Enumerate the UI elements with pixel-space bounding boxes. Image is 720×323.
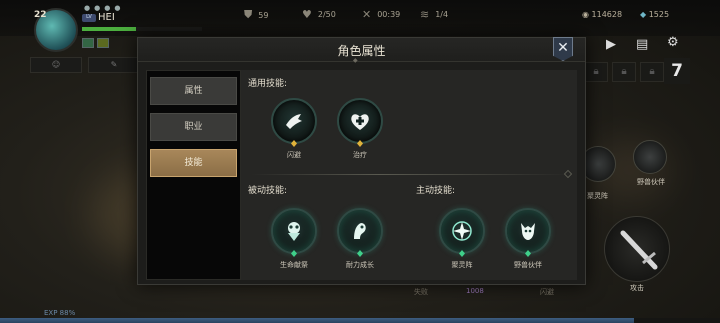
stamina-growth-icon xyxy=(354,223,366,239)
coin-icon: ◉ xyxy=(582,10,589,19)
buff-icon xyxy=(97,38,109,48)
player-name: HEI xyxy=(98,12,115,23)
level-chip: LV xyxy=(82,14,96,22)
quick-slot[interactable]: ✎ xyxy=(88,57,140,73)
tab-column: 属性 职业 技能 xyxy=(146,70,241,280)
skill-name: 野兽伙伴 xyxy=(514,261,542,269)
tab-attributes[interactable]: 属性 xyxy=(150,77,237,105)
skill-icon-frame xyxy=(337,98,383,144)
tag-icon: ✎ xyxy=(110,60,118,69)
stat-heart: ♥ 2/50 xyxy=(302,8,336,21)
dialog-header: 角色属性 ◆ xyxy=(138,38,585,64)
skill-icon-frame xyxy=(439,208,485,254)
attack-button[interactable] xyxy=(604,216,670,282)
crossed-swords-icon: ✕ xyxy=(362,8,372,21)
life-sacrifice-icon xyxy=(288,222,300,241)
status-dots: ●●●● xyxy=(84,4,125,12)
gem-icon: ◆ xyxy=(640,10,647,19)
close-icon: ✕ xyxy=(557,40,569,56)
person-icon: ☺ xyxy=(51,60,61,69)
exp-bar xyxy=(0,318,720,323)
stat-rank: ≋ 1/4 xyxy=(420,8,449,21)
lock-icon: 🔒︎ xyxy=(640,62,664,82)
chevron-rank-icon: ≋ xyxy=(420,8,430,21)
exp-bar-fill xyxy=(0,318,634,323)
skill-name: 聚灵阵 xyxy=(451,261,473,269)
skill-name: 治疗 xyxy=(353,151,367,159)
character-attributes-dialog: 角色属性 ◆ 属性 职业 技能 通用技能: 闪避 治疗 被动技能: 主动技能: … xyxy=(137,37,586,285)
skill-icon-frame xyxy=(271,98,317,144)
lock-icon: 🔒︎ xyxy=(612,62,636,82)
exp-label: EXP 88% xyxy=(44,309,76,317)
side-skill-label: 野兽伙伴 xyxy=(637,178,665,186)
heal-icon xyxy=(351,114,369,130)
tab-class[interactable]: 职业 xyxy=(150,113,237,141)
dialog-title: 角色属性 xyxy=(337,44,386,58)
heart-icon: ♥ xyxy=(302,8,312,21)
skill-icon-frame xyxy=(337,208,383,254)
quick-slot[interactable]: ☺ xyxy=(30,57,82,73)
sword-icon xyxy=(620,230,658,270)
attack-label: 攻击 xyxy=(630,284,644,292)
section-general-skills: 通用技能: xyxy=(248,79,288,89)
hp-bar xyxy=(82,27,202,31)
bottom-chip: 1008 xyxy=(466,287,484,295)
coin-counter: ◉ 114628 xyxy=(582,10,623,19)
skill-icon-frame xyxy=(505,208,551,254)
shield-icon: ⛊ xyxy=(244,8,253,21)
beast-companion-icon xyxy=(521,223,535,240)
skill-name: 耐力成长 xyxy=(346,261,374,269)
quick-slots: ☺ ✎ xyxy=(30,57,140,73)
chat-icon[interactable]: ▤ xyxy=(636,37,648,52)
skills-panel: 通用技能: 闪避 治疗 被动技能: 主动技能: 生命献祭 耐力成长 聚灵阵 野兽… xyxy=(241,70,577,280)
skill-name: 闪避 xyxy=(287,151,301,159)
stat-timer: ✕ 00:39 xyxy=(362,8,401,21)
player-level: 22 xyxy=(34,10,47,20)
section-passive-skills: 被动技能: xyxy=(248,186,288,196)
slot-number[interactable]: 7 xyxy=(664,58,690,84)
spirit-array-icon xyxy=(452,221,472,241)
locked-slots: 🔒︎ 🔒︎ 🔒︎ xyxy=(584,62,664,82)
bottom-chip: 失败 xyxy=(414,288,428,296)
skill-icon-frame xyxy=(271,208,317,254)
section-divider xyxy=(251,174,571,175)
lock-icon: 🔒︎ xyxy=(584,62,608,82)
section-active-skills: 主动技能: xyxy=(416,186,456,196)
buff-icon xyxy=(82,38,94,48)
play-icon[interactable]: ▶ xyxy=(606,37,616,52)
title-ornament: ◆ xyxy=(353,57,358,64)
stat-shield: ⛊ 59 xyxy=(244,8,269,21)
skill-name: 生命献祭 xyxy=(280,261,308,269)
divider-ornament xyxy=(563,169,573,179)
tab-skills[interactable]: 技能 xyxy=(150,149,237,177)
hp-bar-fill xyxy=(82,27,136,31)
dodge-icon xyxy=(286,114,302,129)
side-skill-label: 聚灵阵 xyxy=(587,192,608,200)
gem-counter: ◆ 1525 xyxy=(640,10,670,19)
bottom-chip: 闪避 xyxy=(540,288,554,296)
gear-icon[interactable]: ⚙ xyxy=(667,35,679,50)
side-skill-beast-companion[interactable] xyxy=(633,140,667,174)
